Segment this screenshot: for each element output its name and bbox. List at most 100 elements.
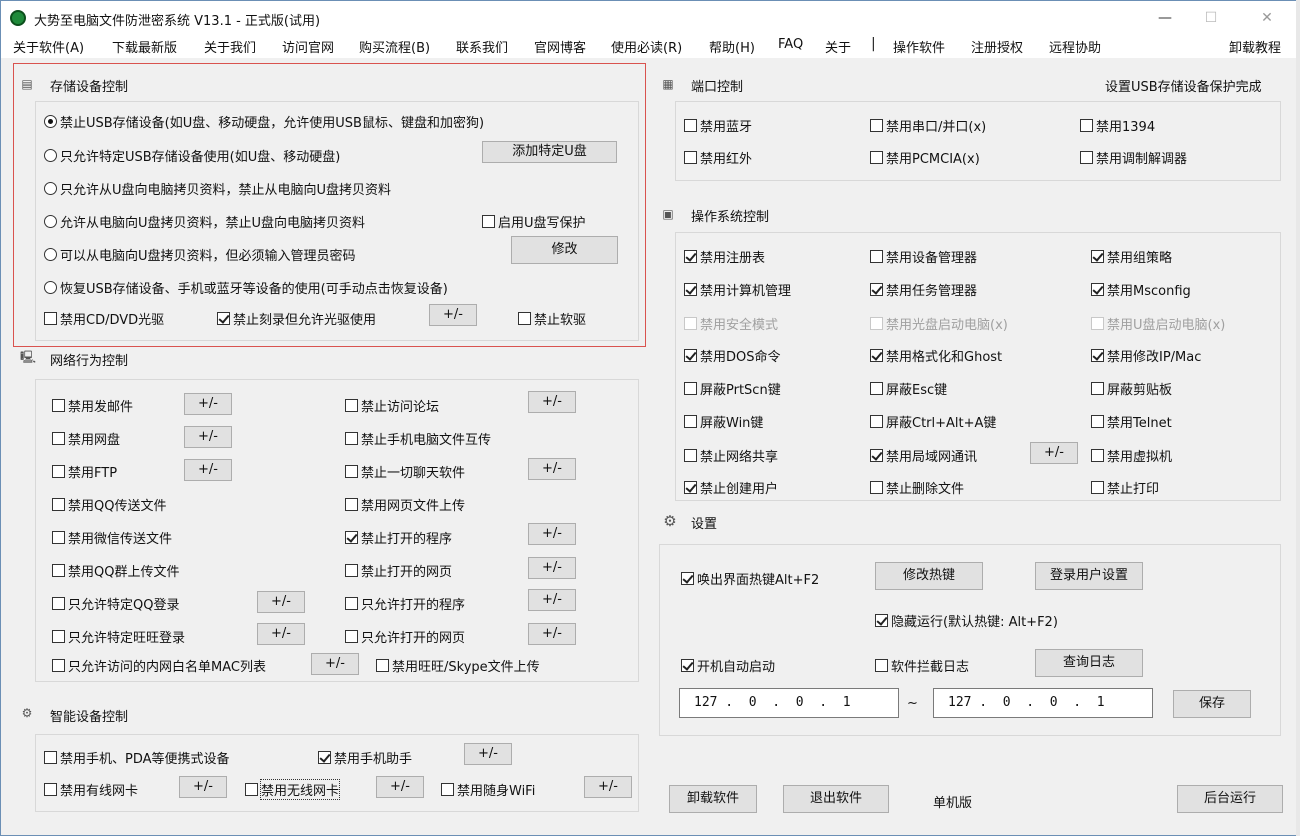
os-lan-comm-checkbox[interactable]: 禁用局域网通讯 xyxy=(870,446,977,465)
checkbox[interactable] xyxy=(681,659,694,672)
cd-dvd-checkbox[interactable]: 禁用CD/DVD光驱 xyxy=(44,309,164,328)
menu-about-software[interactable]: 关于软件(A) xyxy=(13,37,84,56)
checkbox[interactable] xyxy=(52,531,65,544)
query-log-button[interactable]: 查询日志 xyxy=(1035,649,1143,677)
net-ftp-checkbox[interactable]: 禁用FTP xyxy=(52,462,117,481)
block-web-plusminus-button[interactable]: +/- xyxy=(528,557,576,579)
os-ip-mac-checkbox[interactable]: 禁用修改IP/Mac xyxy=(1091,346,1201,365)
ieee1394-checkbox[interactable]: 禁用1394 xyxy=(1080,116,1155,135)
checkbox[interactable] xyxy=(870,415,883,428)
checkbox[interactable] xyxy=(52,432,65,445)
checkbox[interactable] xyxy=(345,399,358,412)
modify-hotkey-button[interactable]: 修改热键 xyxy=(875,562,983,590)
minimize-button[interactable]: — xyxy=(1142,5,1188,31)
serial-parallel-checkbox[interactable]: 禁用串口/并口(x) xyxy=(870,116,986,135)
block-program-plusminus-button[interactable]: +/- xyxy=(528,523,576,545)
checkbox[interactable] xyxy=(482,215,495,228)
checkbox[interactable] xyxy=(870,449,883,462)
checkbox[interactable] xyxy=(1091,415,1104,428)
menu-faq[interactable]: FAQ xyxy=(778,37,803,52)
os-delete-file-checkbox[interactable]: 禁止删除文件 xyxy=(870,478,964,497)
net-qq-group-checkbox[interactable]: 禁用QQ群上传文件 xyxy=(52,561,179,580)
net-specific-wangwang-checkbox[interactable]: 只允许特定旺旺登录 xyxy=(52,627,185,646)
wifi-plusminus-button[interactable]: +/- xyxy=(584,776,632,798)
os-dos-checkbox[interactable]: 禁用DOS命令 xyxy=(684,346,781,365)
wireless-plusminus-button[interactable]: +/- xyxy=(376,776,424,798)
storage-option-5[interactable]: 可以从电脑向U盘拷贝资料，但必须输入管理员密码 xyxy=(44,245,356,264)
lan-comm-plusminus-button[interactable]: +/- xyxy=(1030,442,1078,464)
net-allow-web-checkbox[interactable]: 只允许打开的网页 xyxy=(345,627,465,646)
os-registry-checkbox[interactable]: 禁用注册表 xyxy=(684,247,765,266)
wired-nic-checkbox[interactable]: 禁用有线网卡 xyxy=(44,780,138,799)
os-device-manager-checkbox[interactable]: 禁用设备管理器 xyxy=(870,247,977,266)
os-group-policy-checkbox[interactable]: 禁用组策略 xyxy=(1091,247,1172,266)
checkbox[interactable] xyxy=(318,751,331,764)
net-cloud-checkbox[interactable]: 禁用网盘 xyxy=(52,429,120,448)
save-button[interactable]: 保存 xyxy=(1173,690,1251,718)
ip-range-start-input[interactable]: 127 . 0 . 0 . 1 xyxy=(679,688,899,718)
os-vm-checkbox[interactable]: 禁用虚拟机 xyxy=(1091,446,1172,465)
os-create-user-checkbox[interactable]: 禁止创建用户 xyxy=(684,478,778,497)
radio-button[interactable] xyxy=(44,248,57,261)
os-computer-mgmt-checkbox[interactable]: 禁用计算机管理 xyxy=(684,280,791,299)
os-win-key-checkbox[interactable]: 屏蔽Win键 xyxy=(684,412,763,431)
checkbox[interactable] xyxy=(52,630,65,643)
menu-about-us[interactable]: 关于我们 xyxy=(204,37,256,56)
checkbox[interactable] xyxy=(52,399,65,412)
portable-wifi-checkbox[interactable]: 禁用随身WiFi xyxy=(441,780,535,799)
os-format-ghost-checkbox[interactable]: 禁用格式化和Ghost xyxy=(870,346,1002,365)
floppy-checkbox[interactable]: 禁止软驱 xyxy=(518,309,586,328)
checkbox[interactable] xyxy=(684,349,697,362)
os-ctrl-alt-a-checkbox[interactable]: 屏蔽Ctrl+Alt+A键 xyxy=(870,412,996,431)
burn-plusminus-button[interactable]: +/- xyxy=(429,304,477,326)
hidden-run-checkbox[interactable]: 隐藏运行(默认热键: Alt+F2) xyxy=(875,611,1058,630)
menu-about[interactable]: 关于 xyxy=(825,37,851,56)
email-plusminus-button[interactable]: +/- xyxy=(184,393,232,415)
menu-blog[interactable]: 官网博客 xyxy=(534,37,586,56)
net-specific-qq-checkbox[interactable]: 只允许特定QQ登录 xyxy=(52,594,179,613)
storage-option-4[interactable]: 允许从电脑向U盘拷贝资料，禁止U盘向电脑拷贝资料 xyxy=(44,212,365,231)
autostart-checkbox[interactable]: 开机自动启动 xyxy=(681,656,775,675)
checkbox[interactable] xyxy=(345,465,358,478)
wireless-nic-checkbox[interactable]: 禁用无线网卡 xyxy=(245,779,341,800)
checkbox[interactable] xyxy=(684,119,697,132)
modem-checkbox[interactable]: 禁用调制解调器 xyxy=(1080,148,1187,167)
radio-button[interactable] xyxy=(44,182,57,195)
bluetooth-checkbox[interactable]: 禁用蓝牙 xyxy=(684,116,752,135)
checkbox[interactable] xyxy=(52,465,65,478)
mac-whitelist-plusminus-button[interactable]: +/- xyxy=(311,653,359,675)
storage-option-6[interactable]: 恢复USB存储设备、手机或蓝牙等设备的使用(可手动点击恢复设备) xyxy=(44,278,448,297)
intercept-log-checkbox[interactable]: 软件拦截日志 xyxy=(875,656,969,675)
checkbox[interactable] xyxy=(870,119,883,132)
radio-button[interactable] xyxy=(44,215,57,228)
os-telnet-checkbox[interactable]: 禁用Telnet xyxy=(1091,412,1172,431)
pcmcia-checkbox[interactable]: 禁用PCMCIA(x) xyxy=(870,148,980,167)
menu-remote[interactable]: 远程协助 xyxy=(1049,37,1101,56)
checkbox[interactable] xyxy=(1091,283,1104,296)
portable-device-checkbox[interactable]: 禁用手机、PDA等便携式设备 xyxy=(44,748,230,767)
menu-must-read[interactable]: 使用必读(R) xyxy=(611,37,682,56)
net-block-program-checkbox[interactable]: 禁止打开的程序 xyxy=(345,528,452,547)
checkbox[interactable] xyxy=(52,564,65,577)
net-qq-file-checkbox[interactable]: 禁用QQ传送文件 xyxy=(52,495,166,514)
checkbox[interactable] xyxy=(1091,250,1104,263)
checkbox[interactable] xyxy=(441,783,454,796)
checkbox[interactable] xyxy=(1091,349,1104,362)
ftp-plusminus-button[interactable]: +/- xyxy=(184,459,232,481)
checkbox[interactable] xyxy=(870,349,883,362)
wired-plusminus-button[interactable]: +/- xyxy=(179,776,227,798)
checkbox[interactable] xyxy=(875,659,888,672)
checkbox[interactable] xyxy=(684,415,697,428)
checkbox[interactable] xyxy=(870,250,883,263)
checkbox[interactable] xyxy=(684,283,697,296)
checkbox[interactable] xyxy=(345,630,358,643)
storage-option-3[interactable]: 只允许从U盘向电脑拷贝资料，禁止从电脑向U盘拷贝资料 xyxy=(44,179,391,198)
checkbox[interactable] xyxy=(44,751,57,764)
net-web-upload-checkbox[interactable]: 禁用网页文件上传 xyxy=(345,495,465,514)
login-settings-button[interactable]: 登录用户设置 xyxy=(1035,562,1143,590)
checkbox[interactable] xyxy=(345,531,358,544)
menu-official-site[interactable]: 访问官网 xyxy=(282,37,334,56)
allow-program-plusminus-button[interactable]: +/- xyxy=(528,589,576,611)
checkbox[interactable] xyxy=(684,449,697,462)
modify-password-button[interactable]: 修改 xyxy=(511,236,618,264)
